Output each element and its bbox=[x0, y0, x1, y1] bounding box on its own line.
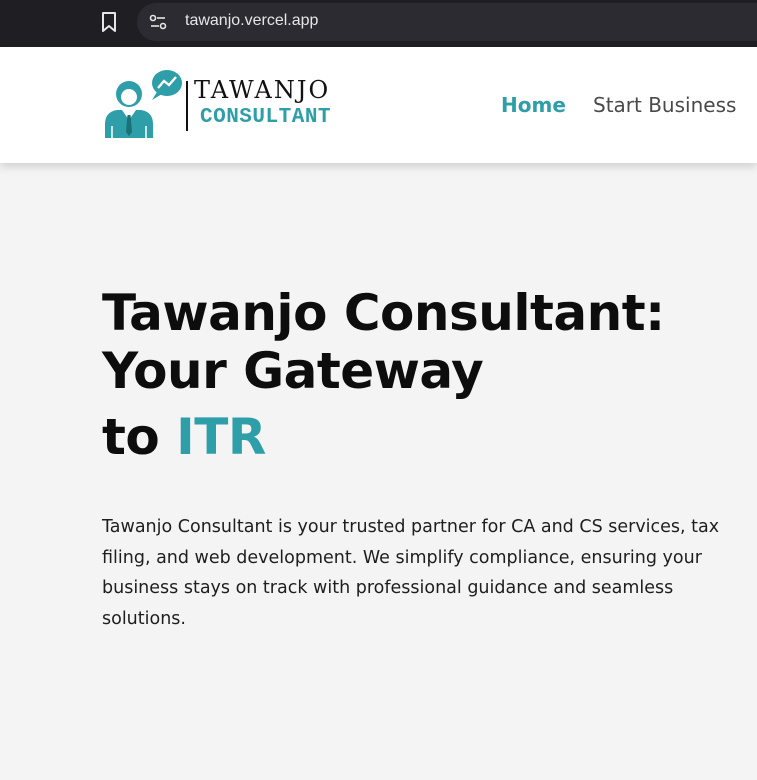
hero-title-line-1: Tawanjo Consultant: bbox=[102, 284, 665, 342]
browser-toolbar: tawanjo.vercel.app bbox=[0, 0, 757, 47]
hero-title: Tawanjo Consultant: Your Gateway to ITR bbox=[102, 284, 722, 466]
tune-icon[interactable] bbox=[149, 13, 167, 31]
hero-title-line-2: Your Gateway bbox=[102, 342, 484, 400]
address-bar[interactable]: tawanjo.vercel.app bbox=[137, 3, 757, 41]
nav-link-home[interactable]: Home bbox=[501, 93, 566, 117]
nav-link-start-business[interactable]: Start Business bbox=[593, 93, 736, 117]
hero-title-prefix: to bbox=[102, 408, 177, 466]
hero-title-line-3: to ITR bbox=[102, 408, 722, 466]
site-header: TAWANJO CONSULTANT Home Start Business bbox=[0, 47, 757, 163]
logo-divider bbox=[186, 81, 188, 131]
hero-description: Tawanjo Consultant is your trusted partn… bbox=[102, 517, 720, 629]
bookmark-icon[interactable] bbox=[99, 11, 119, 33]
consultant-chat-icon bbox=[105, 70, 182, 138]
logo-wordmark: TAWANJO bbox=[194, 76, 331, 104]
site-logo[interactable]: TAWANJO CONSULTANT bbox=[102, 68, 352, 140]
url-text[interactable]: tawanjo.vercel.app bbox=[185, 12, 318, 30]
logo-subtitle: CONSULTANT bbox=[200, 106, 332, 129]
hero-title-accent: ITR bbox=[176, 408, 266, 466]
